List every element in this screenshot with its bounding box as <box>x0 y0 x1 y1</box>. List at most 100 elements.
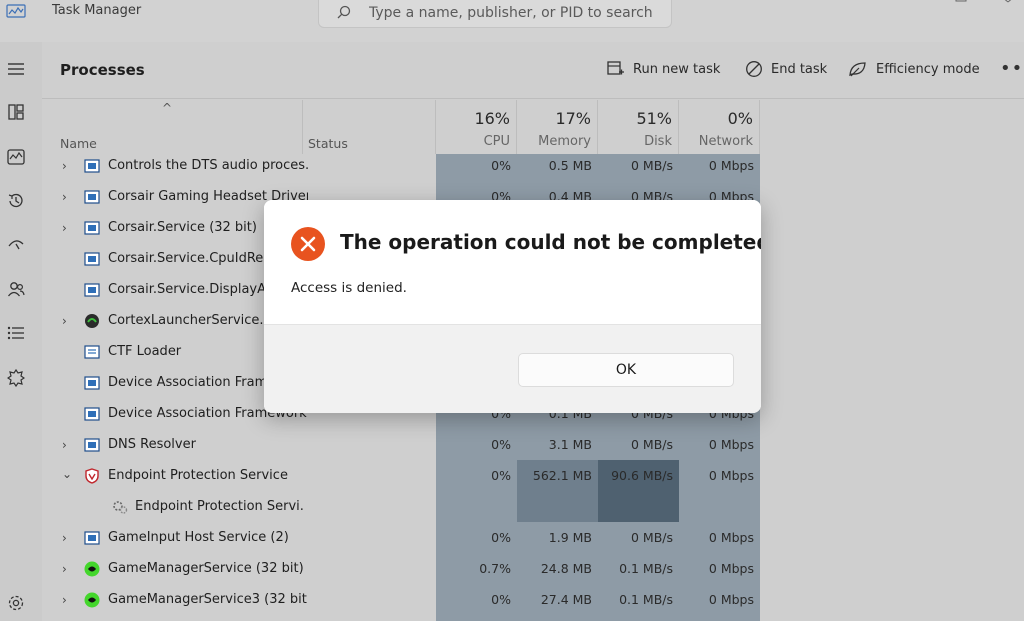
nav-performance[interactable] <box>4 145 28 169</box>
table-row[interactable]: › DNS Resolver 0% 3.1 MB 0 MB/s 0 Mbps <box>42 430 1024 461</box>
search-input[interactable] <box>369 3 659 23</box>
nav-menu-button[interactable] <box>4 57 28 81</box>
network-cell: 0 Mbps <box>708 437 754 452</box>
column-divider[interactable] <box>597 100 598 154</box>
memory-total: 17% <box>555 109 591 128</box>
table-row[interactable]: › Controls the DTS audio proces... 0% 0.… <box>42 151 1024 182</box>
disk-cell: 0.1 MB/s <box>619 561 673 576</box>
service-window-icon <box>84 159 100 173</box>
disk-cell: 0 MB/s <box>630 158 673 173</box>
column-header-disk[interactable]: Disk <box>598 134 672 149</box>
column-header-memory[interactable]: Memory <box>517 134 591 149</box>
memory-cell: 24.8 MB <box>540 561 592 576</box>
page-title: Processes <box>60 61 145 79</box>
network-cell: 0 Mbps <box>708 592 754 607</box>
error-dialog: The operation could not be completed. Ac… <box>264 200 761 413</box>
expand-chevron-icon[interactable]: › <box>62 593 72 607</box>
expand-chevron-icon[interactable]: › <box>62 221 72 235</box>
sort-indicator: ^ <box>162 101 173 115</box>
table-header: ^ Name Status 16% CPU 17% Memory 51% Dis… <box>42 98 1024 153</box>
table-row[interactable]: › GameManagerService3 (32 bit) 0% 27.4 M… <box>42 585 1024 616</box>
process-name: CTF Loader <box>108 344 182 359</box>
close-window-button[interactable] <box>992 0 1022 6</box>
dialog-message: Access is denied. <box>291 280 407 296</box>
nav-users[interactable] <box>4 277 28 301</box>
razer-logo-icon <box>84 592 100 608</box>
efficiency-mode-label: Efficiency mode <box>876 61 980 77</box>
end-task-icon <box>746 61 762 77</box>
more-options-button[interactable]: ••• <box>1000 58 1024 79</box>
disk-cell: 90.6 MB/s <box>611 468 673 483</box>
services-icon <box>7 369 25 387</box>
cpu-cell: 0% <box>491 530 511 545</box>
column-divider[interactable] <box>302 100 303 154</box>
end-task-button[interactable]: End task <box>745 58 827 80</box>
column-divider[interactable] <box>678 100 679 154</box>
table-row[interactable]: ⌄ Endpoint Protection Service 0% 562.1 M… <box>42 461 1024 492</box>
column-header-network[interactable]: Network <box>679 134 753 149</box>
expand-chevron-icon[interactable]: › <box>62 438 72 452</box>
network-cell: 0 Mbps <box>708 561 754 576</box>
expand-chevron-icon[interactable]: › <box>62 562 72 576</box>
processes-icon <box>8 104 24 120</box>
table-row[interactable]: › GameInput Host Service (2) 0% 1.9 MB 0… <box>42 523 1024 554</box>
details-icon <box>7 326 24 340</box>
cpu-cell: 0% <box>491 158 511 173</box>
service-window-icon <box>84 531 100 545</box>
cpu-cell: 0% <box>491 592 511 607</box>
memory-cell: 0.5 MB <box>548 158 592 173</box>
close-icon <box>1004 0 1012 3</box>
expand-chevron-icon[interactable]: › <box>62 531 72 545</box>
service-window-icon <box>84 376 100 390</box>
nav-settings[interactable] <box>4 591 28 615</box>
memory-cell: 27.4 MB <box>540 592 592 607</box>
minimize-button[interactable] <box>946 0 976 6</box>
nav-details[interactable] <box>4 321 28 345</box>
disk-cell: 0 MB/s <box>630 437 673 452</box>
run-new-task-label: Run new task <box>633 61 721 77</box>
ok-button[interactable]: OK <box>518 353 734 387</box>
dialog-title: The operation could not be completed. <box>340 230 761 254</box>
process-name: CortexLauncherService.exe <box>108 313 264 328</box>
column-divider[interactable] <box>516 100 517 154</box>
nav-processes[interactable] <box>4 100 28 124</box>
column-header-status[interactable]: Status <box>308 136 348 151</box>
task-manager-logo-icon <box>6 4 26 18</box>
cortex-logo-icon <box>85 314 99 328</box>
toolbar: Processes Run new task End task Efficien… <box>42 42 1024 98</box>
network-cell: 0 Mbps <box>708 530 754 545</box>
process-name: Endpoint Protection Servi... <box>135 499 303 514</box>
service-window-icon <box>84 252 100 266</box>
column-divider[interactable] <box>435 100 436 154</box>
nav-rail <box>0 42 42 621</box>
title-bar: Task Manager <box>0 0 1024 42</box>
settings-icon <box>8 595 24 611</box>
disk-cell: 0 MB/s <box>630 530 673 545</box>
dialog-content: The operation could not be completed. Ac… <box>264 200 761 324</box>
performance-icon <box>7 149 25 165</box>
column-header-cpu[interactable]: CPU <box>436 134 510 149</box>
efficiency-mode-button[interactable]: Efficiency mode <box>848 58 980 80</box>
column-divider[interactable] <box>759 100 760 154</box>
razer-logo-icon <box>84 561 100 577</box>
expand-chevron-icon[interactable]: › <box>62 159 72 173</box>
disk-total: 51% <box>636 109 672 128</box>
expand-chevron-icon[interactable]: › <box>62 314 72 328</box>
process-name: Device Association Framew <box>108 375 264 390</box>
search-box[interactable] <box>318 0 672 28</box>
nav-startup-apps[interactable] <box>4 232 28 256</box>
shield-icon <box>85 468 99 484</box>
column-header-name[interactable]: Name <box>60 136 97 151</box>
table-row[interactable]: Endpoint Protection Servi... <box>42 492 1024 523</box>
cpu-cell: 0% <box>491 468 511 483</box>
leaf-icon <box>849 62 866 77</box>
collapse-chevron-icon[interactable]: ⌄ <box>62 467 72 481</box>
end-task-label: End task <box>771 61 828 77</box>
network-cell: 0 Mbps <box>708 158 754 173</box>
startup-apps-icon <box>8 240 24 250</box>
table-row[interactable]: › GameManagerService (32 bit) 0.7% 24.8 … <box>42 554 1024 585</box>
expand-chevron-icon[interactable]: › <box>62 190 72 204</box>
nav-app-history[interactable] <box>4 189 28 213</box>
nav-services[interactable] <box>4 366 28 390</box>
run-new-task-button[interactable]: Run new task <box>607 58 720 80</box>
